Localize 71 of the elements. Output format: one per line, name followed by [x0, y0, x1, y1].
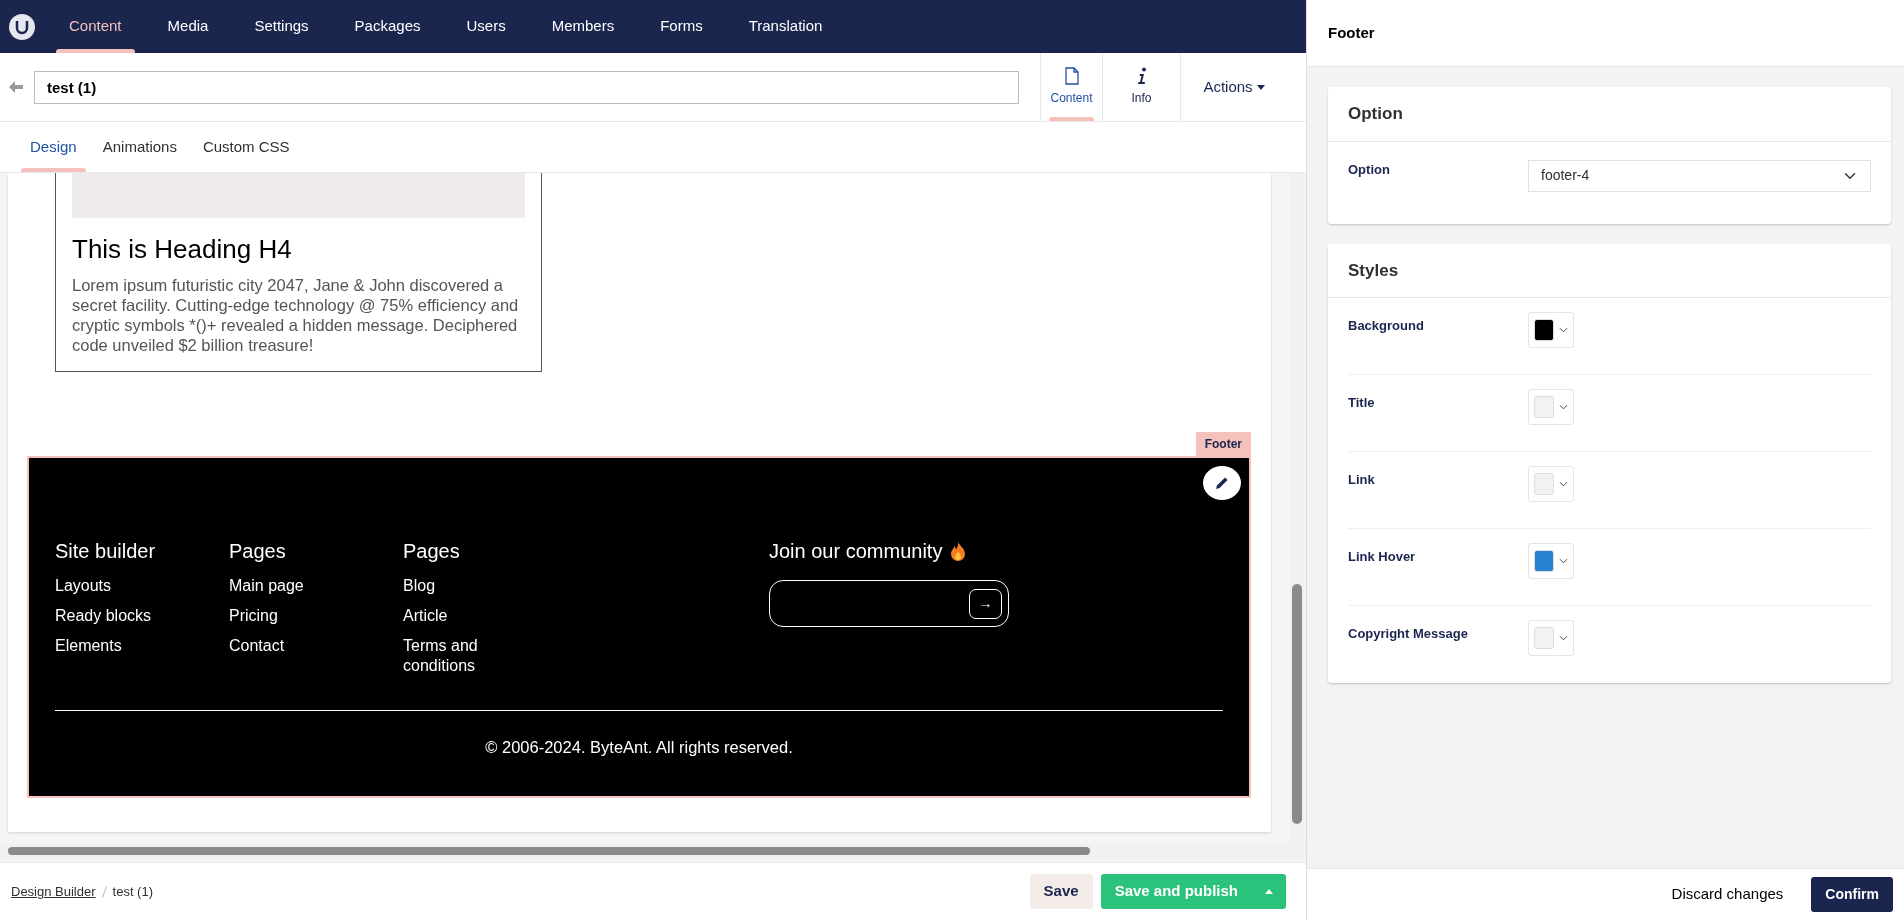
caret-icon	[1265, 889, 1273, 894]
footer-label: Footer	[1195, 432, 1251, 457]
app-tab[interactable]: Content	[1040, 53, 1102, 121]
chevron-icon	[1559, 327, 1568, 333]
field-label: Option	[1348, 160, 1391, 179]
field-label: Link Hover	[1348, 548, 1417, 566]
editor-tab[interactable]: Design	[17, 122, 90, 172]
field-label: Copyright Message	[1348, 625, 1469, 643]
field-label: Link	[1348, 471, 1376, 489]
back-arrow-icon[interactable]	[9, 81, 23, 93]
community-title: Join our community	[769, 539, 943, 565]
confirm-button[interactable]: Confirm	[1811, 877, 1893, 912]
footer-link[interactable]: Elements	[55, 636, 175, 657]
caret-icon	[1256, 84, 1265, 90]
email-field[interactable]: →	[769, 580, 1009, 628]
footer-link[interactable]: Article	[403, 606, 523, 627]
field-label: Title	[1348, 394, 1376, 412]
color-picker[interactable]	[1528, 466, 1574, 502]
nav-tab[interactable]: Settings	[231, 0, 332, 53]
footer-column-title: Site builder	[55, 539, 157, 565]
editor-tab[interactable]: Animations	[89, 122, 190, 172]
footer-link[interactable]: Terms and conditions	[403, 636, 523, 677]
scrollbar-thumb[interactable]	[1292, 584, 1302, 824]
color-picker[interactable]	[1528, 620, 1574, 656]
info-icon	[1136, 67, 1147, 85]
card-text: Lorem ipsum futuristic city 2047, Jane & John discovered a secret facility. Cutting-edge technology @ 75% efficiency and cryptic symbols *()+ revealed a hidden message. Deciphered code unveiled $2 billion treasure!	[72, 275, 520, 356]
editor-tab[interactable]: Custom CSS	[189, 122, 303, 172]
footer-link[interactable]: Contact	[229, 636, 349, 657]
nav-tab[interactable]: Content	[46, 0, 145, 53]
chevron-icon	[1559, 481, 1568, 487]
section-title: Option	[1328, 87, 1891, 142]
breadcrumb-link[interactable]: Design Builder	[11, 881, 96, 902]
footer-column-title: Pages	[403, 539, 461, 565]
nav-tab[interactable]: Packages	[331, 0, 444, 53]
footer-link[interactable]: Ready blocks	[55, 606, 175, 627]
color-picker[interactable]	[1528, 389, 1574, 425]
edit-button[interactable]	[1203, 466, 1241, 501]
color-picker[interactable]	[1528, 543, 1574, 579]
footer-link[interactable]: Main page	[229, 576, 349, 597]
nav-tab[interactable]: Translation	[725, 0, 846, 53]
scrollbar-thumb[interactable]	[8, 847, 1090, 855]
nav-tab[interactable]: Media	[144, 0, 232, 53]
submit-button[interactable]: →	[969, 588, 1002, 619]
logo-icon[interactable]	[8, 12, 36, 41]
panel-title: Footer	[1307, 0, 1904, 67]
footer-column-title: Pages	[229, 539, 287, 565]
breadcrumb-current: test (1)	[112, 882, 153, 901]
footer-link[interactable]: Blog	[403, 576, 523, 597]
option-select[interactable]: footer-4	[1528, 159, 1871, 192]
footer-link[interactable]: Pricing	[229, 606, 349, 627]
copyright-text: © 2006-2024. ByteAnt. All rights reserved.	[484, 737, 794, 759]
card-heading: This is Heading H4	[72, 234, 293, 266]
color-picker[interactable]	[1528, 312, 1574, 348]
footer-link[interactable]: Layouts	[55, 576, 175, 597]
pencil-icon	[1215, 476, 1229, 491]
document-icon	[1064, 67, 1079, 85]
chevron-icon	[1559, 635, 1568, 641]
publish-options-button[interactable]	[1252, 874, 1286, 909]
nav-tab[interactable]: Users	[443, 0, 529, 53]
flame-icon	[950, 541, 967, 562]
chevron-icon	[1559, 404, 1568, 410]
field-label: Background	[1348, 317, 1425, 335]
nav-tab[interactable]: Forms	[637, 0, 726, 53]
chevron-icon	[1559, 558, 1568, 564]
save-button[interactable]: Save	[1029, 874, 1093, 909]
app-tab[interactable]: Info	[1102, 53, 1180, 121]
nav-tab[interactable]: Members	[528, 0, 638, 53]
section-title: Styles	[1328, 243, 1891, 298]
discard-button[interactable]: Discard changes	[1665, 882, 1790, 907]
actions-menu[interactable]: Actions	[1180, 53, 1287, 121]
name-field[interactable]: test (1)	[34, 70, 1019, 104]
